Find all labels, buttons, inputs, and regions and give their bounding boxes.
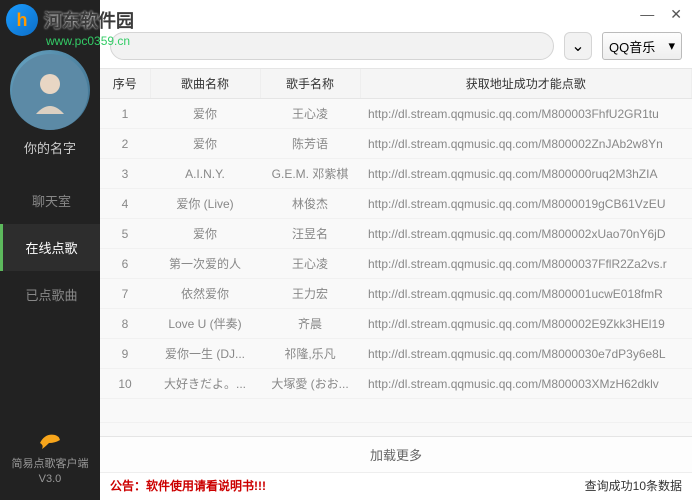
cell-song: 爱你 (150, 99, 260, 129)
history-dropdown-button[interactable]: ⌄ (564, 32, 592, 60)
cell-song: 第一次爱的人 (150, 249, 260, 279)
table-row[interactable]: 2爱你陈芳语http://dl.stream.qqmusic.qq.com/M8… (100, 129, 692, 159)
cell-song: 爱你 (Live) (150, 189, 260, 219)
table-row[interactable]: 8Love U (伴奏)齐晨http://dl.stream.qqmusic.q… (100, 309, 692, 339)
sidebar-menu: 聊天室 在线点歌 已点歌曲 (0, 177, 100, 318)
brand-logo: h 河东软件园 www.pc0359.cn (0, 0, 200, 40)
sidebar-item-requested[interactable]: 已点歌曲 (0, 271, 100, 318)
col-header-index[interactable]: 序号 (100, 69, 150, 99)
cell-index: 10 (100, 369, 150, 399)
cell-artist: 林俊杰 (260, 189, 360, 219)
app-info: 简易点歌客户端 V3.0 (0, 417, 100, 500)
cell-url: http://dl.stream.qqmusic.qq.com/M8000037… (360, 249, 692, 279)
cell-url: http://dl.stream.qqmusic.qq.com/M800003X… (360, 369, 692, 399)
cell-song: 爱你一生 (DJ... (150, 339, 260, 369)
table-row[interactable]: 6第一次爱的人王心凌http://dl.stream.qqmusic.qq.co… (100, 249, 692, 279)
cell-url: http://dl.stream.qqmusic.qq.com/M800002x… (360, 219, 692, 249)
cell-url: http://dl.stream.qqmusic.qq.com/M800003F… (360, 99, 692, 129)
cell-url: http://dl.stream.qqmusic.qq.com/M800001u… (360, 279, 692, 309)
cell-artist: 王心凌 (260, 99, 360, 129)
cell-index: 3 (100, 159, 150, 189)
minimize-button[interactable]: — (640, 6, 654, 22)
table-row[interactable]: 10大好きだよ。...大塚愛 (おお...http://dl.stream.qq… (100, 369, 692, 399)
table-row[interactable]: 9爱你一生 (DJ...祁隆,乐凡http://dl.stream.qqmusi… (100, 339, 692, 369)
sidebar-item-online-song[interactable]: 在线点歌 (0, 224, 100, 271)
cell-index: 1 (100, 99, 150, 129)
sidebar-item-chatroom[interactable]: 聊天室 (0, 177, 100, 224)
col-header-url[interactable]: 获取地址成功才能点歌 (360, 69, 692, 99)
table-row (100, 423, 692, 437)
app-version: V3.0 (0, 472, 100, 486)
cell-index: 8 (100, 309, 150, 339)
chevron-down-icon: ⌄ (571, 36, 584, 56)
table-row[interactable]: 4爱你 (Live)林俊杰http://dl.stream.qqmusic.qq… (100, 189, 692, 219)
status-text: 查询成功10条数据 (585, 477, 682, 494)
cell-index: 9 (100, 339, 150, 369)
brand-title: 河东软件园 (44, 7, 134, 33)
col-header-song[interactable]: 歌曲名称 (150, 69, 260, 99)
cell-artist: 大塚愛 (おお... (260, 369, 360, 399)
table-header-row: 序号 歌曲名称 歌手名称 获取地址成功才能点歌 (100, 69, 692, 99)
cell-url: http://dl.stream.qqmusic.qq.com/M800002Z… (360, 129, 692, 159)
cell-song: 大好きだよ。... (150, 369, 260, 399)
table-row[interactable]: 5爱你汪昱名http://dl.stream.qqmusic.qq.com/M8… (100, 219, 692, 249)
cell-artist: G.E.M. 邓紫棋 (260, 159, 360, 189)
username-label: 你的名字 (0, 138, 100, 157)
cell-index: 7 (100, 279, 150, 309)
cell-artist: 王心凌 (260, 249, 360, 279)
bird-icon (37, 427, 63, 453)
cell-index: 6 (100, 249, 150, 279)
col-header-artist[interactable]: 歌手名称 (260, 69, 360, 99)
footer: 公告：软件使用请看说明书!!! 查询成功10条数据 (100, 472, 692, 500)
cell-url: http://dl.stream.qqmusic.qq.com/M800002E… (360, 309, 692, 339)
load-more-button[interactable]: 加载更多 (100, 436, 692, 472)
table-row[interactable]: 3A.I.N.Y.G.E.M. 邓紫棋http://dl.stream.qqmu… (100, 159, 692, 189)
cell-artist: 王力宏 (260, 279, 360, 309)
table-row[interactable]: 7依然爱你王力宏http://dl.stream.qqmusic.qq.com/… (100, 279, 692, 309)
cell-artist: 汪昱名 (260, 219, 360, 249)
close-button[interactable]: ✕ (670, 6, 682, 23)
cell-song: Love U (伴奏) (150, 309, 260, 339)
cell-index: 5 (100, 219, 150, 249)
brand-icon: h (6, 4, 38, 36)
table-row[interactable]: 1爱你王心凌http://dl.stream.qqmusic.qq.com/M8… (100, 99, 692, 129)
main-panel: — ✕ ⌄ QQ音乐 ▾ 序号 歌曲名称 歌手名称 获取地址成功才能点歌 (100, 0, 692, 500)
song-table: 序号 歌曲名称 歌手名称 获取地址成功才能点歌 1爱你王心凌http://dl.… (100, 69, 692, 436)
cell-artist: 齐晨 (260, 309, 360, 339)
cell-url: http://dl.stream.qqmusic.qq.com/M8000019… (360, 189, 692, 219)
avatar[interactable] (10, 50, 90, 130)
app-title: 简易点歌客户端 (0, 457, 100, 471)
cell-song: 爱你 (150, 219, 260, 249)
caret-down-icon: ▾ (668, 38, 675, 54)
source-label: QQ音乐 (609, 37, 655, 56)
sidebar: h 河东软件园 www.pc0359.cn 你的名字 聊天室 在线点歌 已点歌曲… (0, 0, 100, 500)
cell-song: A.I.N.Y. (150, 159, 260, 189)
cell-artist: 陈芳语 (260, 129, 360, 159)
cell-artist: 祁隆,乐凡 (260, 339, 360, 369)
brand-subtitle: www.pc0359.cn (46, 34, 130, 48)
cell-song: 依然爱你 (150, 279, 260, 309)
cell-url: http://dl.stream.qqmusic.qq.com/M8000030… (360, 339, 692, 369)
cell-index: 4 (100, 189, 150, 219)
cell-song: 爱你 (150, 129, 260, 159)
notice-text: 公告：软件使用请看说明书!!! (110, 477, 266, 494)
cell-index: 2 (100, 129, 150, 159)
music-source-select[interactable]: QQ音乐 ▾ (602, 32, 682, 60)
cell-url: http://dl.stream.qqmusic.qq.com/M800000r… (360, 159, 692, 189)
table-row (100, 399, 692, 423)
